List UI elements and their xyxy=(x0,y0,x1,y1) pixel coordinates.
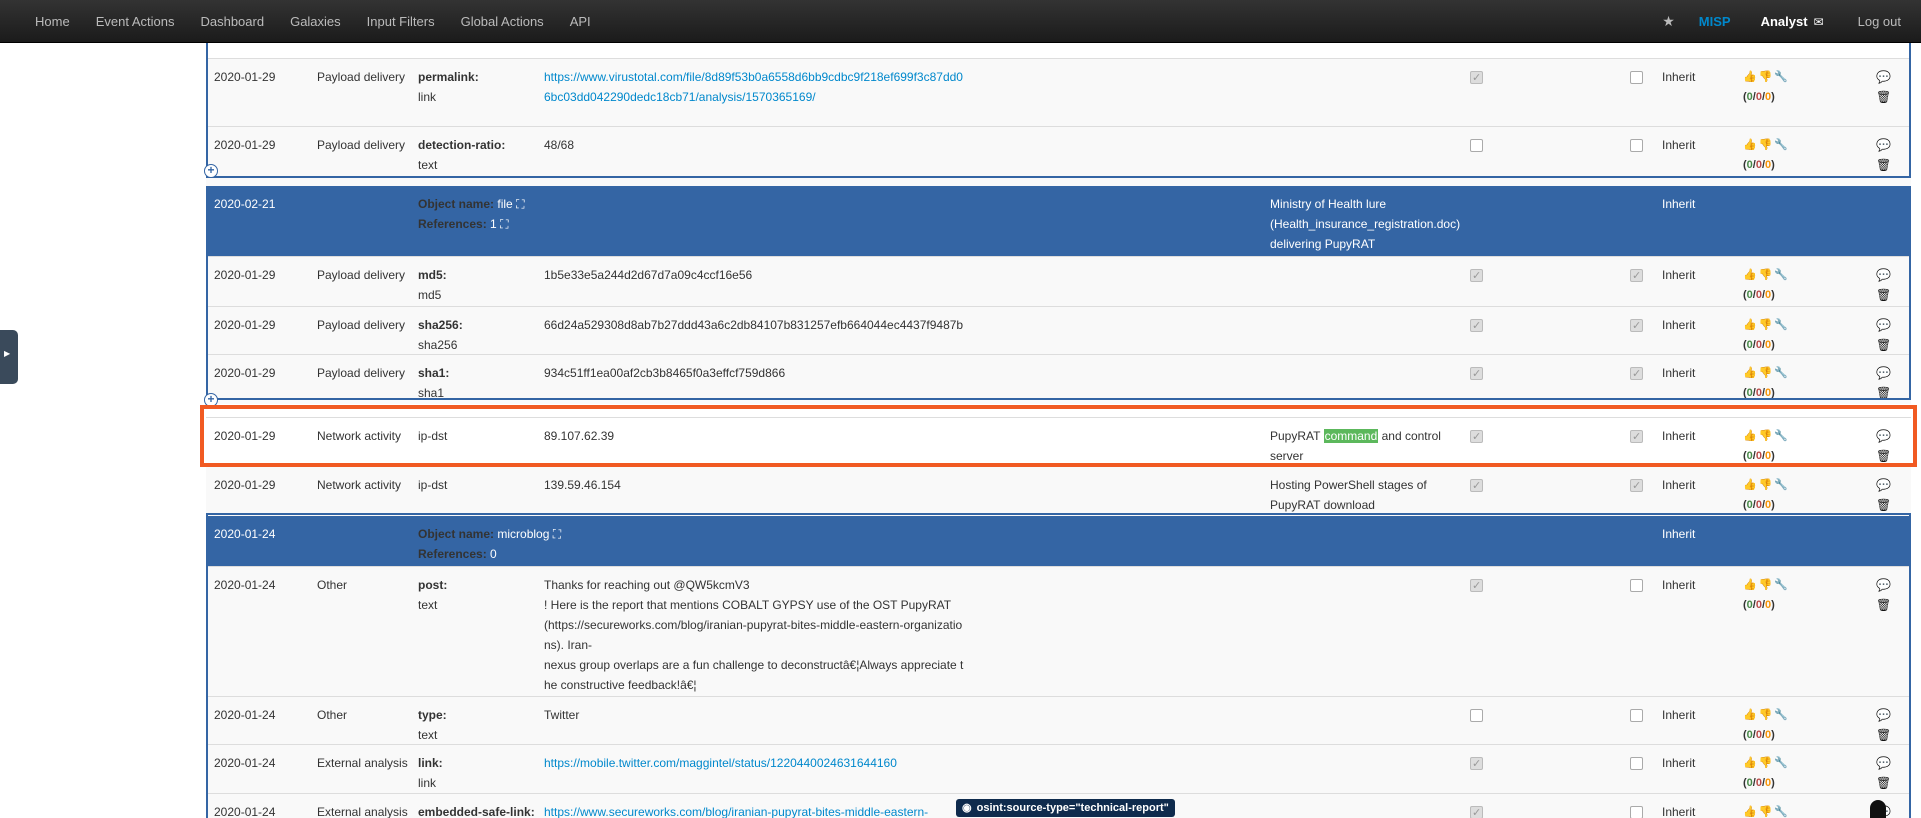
nav-global-actions[interactable]: Global Actions xyxy=(448,14,557,29)
envelope-icon[interactable]: ✉ xyxy=(1814,15,1824,29)
date-cell: 2020-01-29 xyxy=(214,478,276,492)
misp-link[interactable]: MISP xyxy=(1699,14,1731,29)
object-group-border xyxy=(206,38,1911,178)
actions-cell: 💬🗑 xyxy=(1876,475,1911,515)
sidebar-toggle-handle[interactable] xyxy=(0,330,18,384)
top-navbar: Home Event Actions Dashboard Galaxies In… xyxy=(0,0,1921,43)
nav-home[interactable]: Home xyxy=(22,14,83,29)
sightings-cell: 👍👎🔧 (0/0/0) xyxy=(1743,475,1790,515)
nav-event-actions[interactable]: Event Actions xyxy=(83,14,188,29)
nav-input-filters[interactable]: Input Filters xyxy=(354,14,448,29)
tag-badge[interactable]: ◉ osint:source-type="technical-report" xyxy=(956,799,1175,817)
ids-checkbox-cell[interactable] xyxy=(1470,475,1483,498)
action-icons[interactable]: 💬🗑 xyxy=(1876,478,1895,512)
nav-dashboard[interactable]: Dashboard xyxy=(187,14,277,29)
object-group-border xyxy=(206,186,1911,400)
correlate-checkbox[interactable] xyxy=(1630,476,1643,496)
selected-row-highlight xyxy=(200,405,1917,467)
attribute-row[interactable]: 2020-01-29 Network activity ip-dst 139.59.4… xyxy=(206,466,1911,516)
logout-link[interactable]: Log out xyxy=(1858,14,1901,29)
value-cell[interactable]: 139.59.46.154 xyxy=(544,475,964,495)
category-cell: Network activity xyxy=(317,478,402,492)
sighting-icons[interactable]: 👍👎🔧 xyxy=(1743,475,1790,495)
distribution-cell[interactable]: Inherit xyxy=(1662,475,1695,495)
star-icon[interactable]: ★ xyxy=(1662,13,1675,30)
user-icon xyxy=(1870,800,1886,818)
nav-api[interactable]: API xyxy=(557,14,604,29)
type-cell: ip-dst xyxy=(418,478,448,492)
globe-icon: ◉ xyxy=(962,802,972,814)
nav-menu: Home Event Actions Dashboard Galaxies In… xyxy=(22,0,604,43)
nav-user-area: ★ MISP Analyst ✉ Log out xyxy=(1662,0,1901,43)
user-name[interactable]: Analyst xyxy=(1761,14,1808,29)
tag-label: osint:source-type="technical-report" xyxy=(976,802,1169,814)
comment-cell: Hosting PowerShell stages of PupyRAT dow… xyxy=(1270,478,1427,512)
correlate-checkbox-cell[interactable] xyxy=(1630,475,1643,498)
expand-object-icon[interactable]: + xyxy=(204,164,218,178)
ids-checkbox[interactable] xyxy=(1470,476,1483,496)
nav-galaxies[interactable]: Galaxies xyxy=(277,14,354,29)
sighting-counts: (0/0/0) xyxy=(1743,499,1775,511)
object-group-border xyxy=(206,513,1911,818)
